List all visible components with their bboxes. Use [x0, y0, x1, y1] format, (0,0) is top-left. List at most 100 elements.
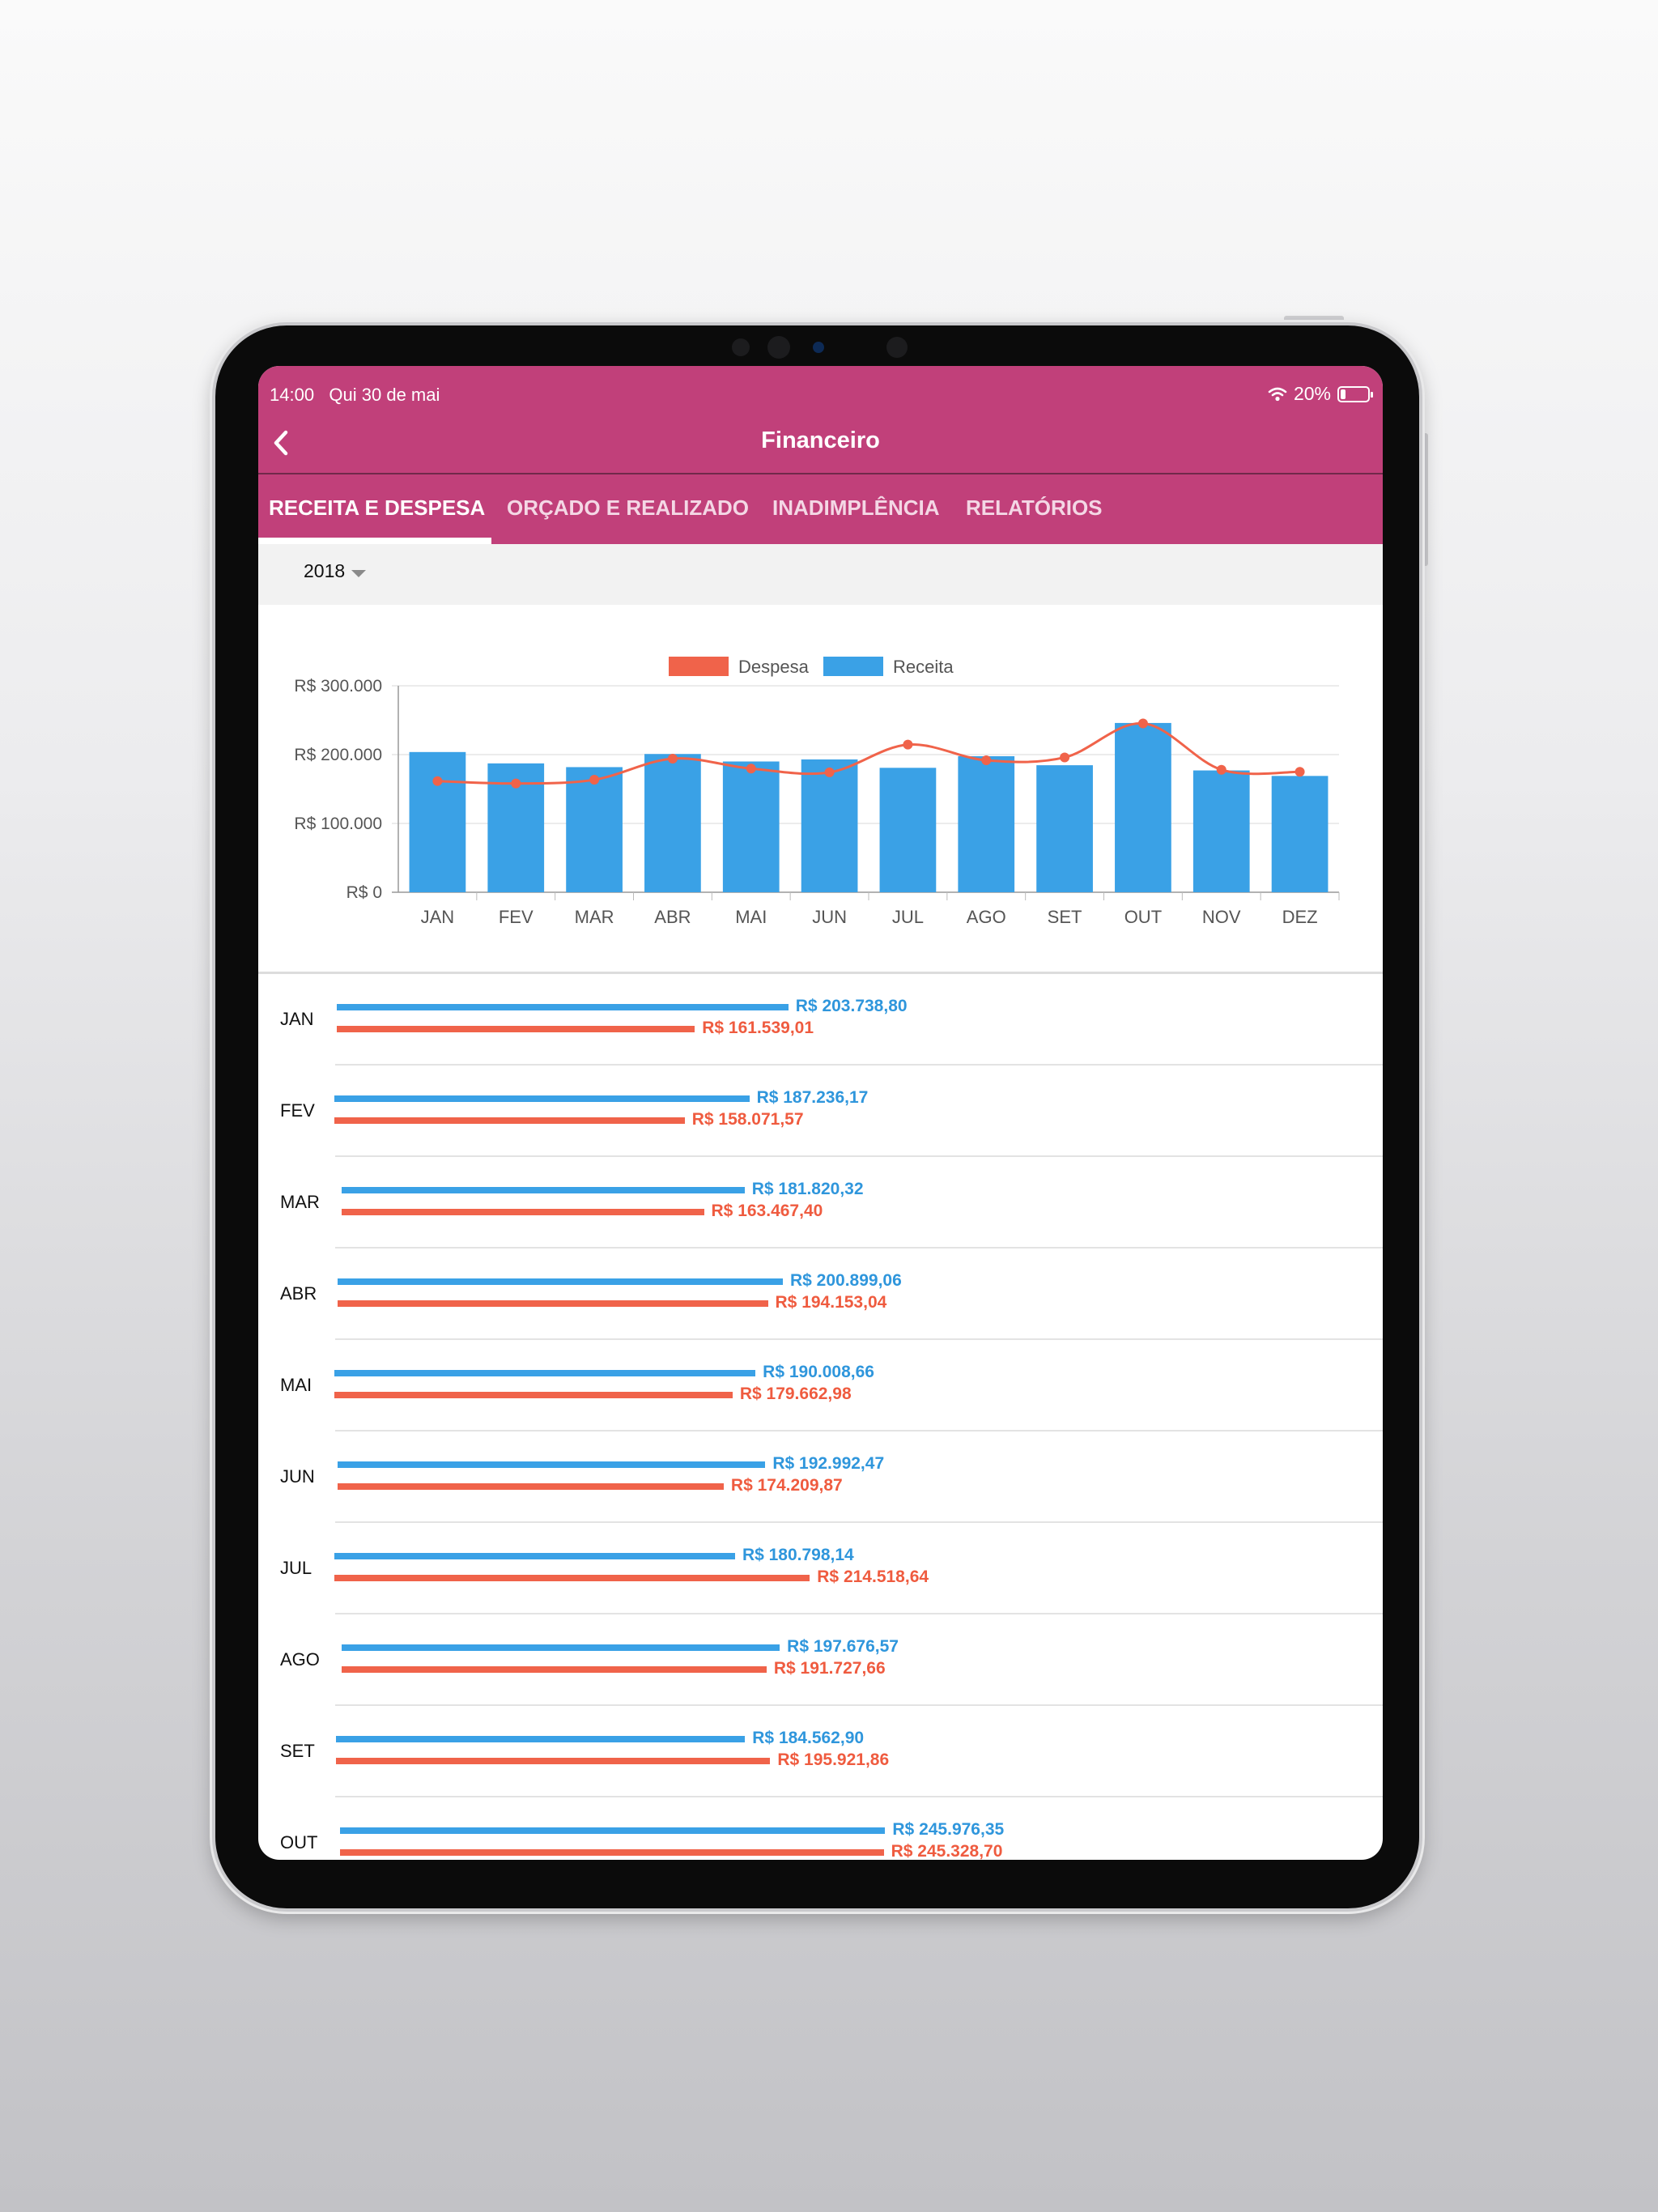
- value-receita: R$ 181.820,32: [751, 1180, 864, 1198]
- month-label: MAI: [280, 1375, 312, 1395]
- point-despesa: [824, 767, 835, 777]
- app-screen: 14:00 Qui 30 de mai 20% Financeiro RECEI…: [258, 366, 1383, 1860]
- month-label: ABR: [280, 1283, 317, 1304]
- battery-icon: [1337, 385, 1373, 402]
- point-despesa: [903, 739, 913, 750]
- list-item[interactable]: JAN R$ 203.738,80 R$ 161.539,01: [258, 974, 1383, 1066]
- bar-receita: [334, 1553, 735, 1559]
- list-item[interactable]: JUL R$ 180.798,14 R$ 214.518,64: [258, 1523, 1383, 1614]
- value-receita: R$ 184.562,90: [752, 1729, 865, 1747]
- value-despesa: R$ 161.539,01: [702, 1019, 814, 1037]
- camera-lens: [813, 342, 824, 353]
- month-label: JUN: [280, 1466, 315, 1487]
- bar-receita: [879, 768, 937, 892]
- receita-despesa-chart: R$ 0 R$ 100.000 R$ 200.000 R$ 300.000 JAN FEV…: [294, 657, 1340, 927]
- tab-orcado-e-realizado[interactable]: ORÇADO E REALIZADO: [507, 496, 749, 521]
- x-tick-label: SET: [1048, 907, 1082, 927]
- value-despesa: R$ 158.071,57: [691, 1110, 804, 1129]
- value-despesa: R$ 214.518,64: [817, 1568, 929, 1586]
- list-item[interactable]: OUT R$ 245.976,35 R$ 245.328,70: [258, 1797, 1383, 1860]
- year-select[interactable]: 2018: [304, 560, 345, 582]
- front-camera: [767, 336, 790, 359]
- chevron-down-icon[interactable]: [351, 570, 366, 577]
- tab-relatorios[interactable]: RELATÓRIOS: [966, 496, 1103, 521]
- y-tick-label: R$ 200.000: [294, 746, 382, 764]
- bar-receita: [722, 761, 780, 892]
- list-item[interactable]: JUN R$ 192.992,47 R$ 174.209,87: [258, 1431, 1383, 1523]
- list-item[interactable]: AGO R$ 197.676,57 R$ 191.727,66: [258, 1614, 1383, 1706]
- status-bar-right: 20%: [1268, 383, 1373, 405]
- point-despesa: [1295, 767, 1305, 777]
- list-item[interactable]: SET R$ 184.562,90 R$ 195.921,86: [258, 1706, 1383, 1797]
- bar-despesa: [338, 1483, 724, 1490]
- list-item[interactable]: FEV R$ 187.236,17 R$ 158.071,57: [258, 1066, 1383, 1157]
- page-title: Financeiro: [761, 428, 880, 453]
- x-tick-label: FEV: [499, 907, 534, 927]
- list-item[interactable]: ABR R$ 200.899,06 R$ 194.153,04: [258, 1249, 1383, 1340]
- month-label: JAN: [280, 1009, 314, 1029]
- month-label: AGO: [280, 1649, 320, 1670]
- month-label: JUL: [280, 1558, 312, 1578]
- bar-receita: [801, 759, 858, 892]
- bar-receita: [1115, 722, 1171, 892]
- point-despesa: [746, 764, 756, 774]
- tab-inadimplencia[interactable]: INADIMPLÊNCIA: [772, 496, 940, 521]
- legend-swatch: [669, 657, 729, 676]
- bar-receita: [340, 1827, 886, 1834]
- point-despesa: [981, 755, 992, 766]
- point-despesa: [1216, 764, 1226, 775]
- x-tick-label: NOV: [1202, 907, 1241, 927]
- x-tick-label: JAN: [421, 907, 455, 927]
- sensor-dot-right: [886, 337, 908, 358]
- bar-despesa: [342, 1666, 767, 1673]
- y-tick-label: R$ 0: [346, 883, 382, 902]
- value-receita: R$ 187.236,17: [756, 1088, 869, 1107]
- point-despesa: [589, 775, 600, 785]
- x-tick-label: DEZ: [1282, 907, 1318, 927]
- bar-receita: [644, 754, 701, 892]
- point-despesa: [1137, 718, 1148, 729]
- x-tick-label: JUL: [892, 907, 924, 927]
- bar-despesa: [337, 1026, 695, 1032]
- value-despesa: R$ 179.662,98: [739, 1385, 852, 1403]
- battery-level: [1341, 389, 1346, 399]
- point-despesa: [1060, 752, 1070, 763]
- bar-despesa: [336, 1758, 771, 1764]
- value-despesa: R$ 174.209,87: [730, 1476, 843, 1495]
- bar-receita: [338, 1461, 766, 1468]
- status-time: 14:00: [270, 385, 315, 405]
- bar-receita: [1036, 765, 1093, 892]
- bar-receita: [1192, 770, 1250, 892]
- value-despesa: R$ 195.921,86: [777, 1750, 890, 1769]
- appbar-divider: [258, 473, 1383, 474]
- bar-receita: [342, 1187, 745, 1193]
- value-receita: R$ 180.798,14: [742, 1546, 854, 1564]
- month-label: OUT: [280, 1832, 318, 1853]
- bar-receita: [334, 1095, 750, 1102]
- value-receita: R$ 200.899,06: [789, 1271, 902, 1290]
- power-button: [1284, 316, 1344, 322]
- app-bar: 14:00 Qui 30 de mai 20% Financeiro RECEI…: [258, 366, 1383, 544]
- value-despesa: R$ 245.328,70: [891, 1842, 1003, 1860]
- bar-receita: [337, 1004, 789, 1010]
- tab-receita-e-despesa[interactable]: RECEITA E DESPESA: [269, 496, 485, 521]
- bar-receita: [1271, 776, 1329, 892]
- list-item[interactable]: MAR R$ 181.820,32 R$ 163.467,40: [258, 1157, 1383, 1249]
- bar-receita: [342, 1644, 780, 1651]
- active-tab-indicator: [258, 538, 491, 544]
- sensor-dot: [732, 338, 750, 356]
- value-despesa: R$ 194.153,04: [775, 1293, 887, 1312]
- list-item[interactable]: MAI R$ 190.008,66 R$ 179.662,98: [258, 1340, 1383, 1431]
- legend-label: Despesa: [738, 657, 810, 677]
- wifi-icon: [1268, 387, 1287, 401]
- y-tick-label: R$ 100.000: [294, 815, 382, 833]
- y-tick-label: R$ 300.000: [294, 677, 382, 696]
- chart-container: R$ 0 R$ 100.000 R$ 200.000 R$ 300.000 JAN FEV…: [258, 605, 1383, 969]
- bar-despesa: [334, 1117, 685, 1124]
- point-despesa: [667, 753, 678, 764]
- value-despesa: R$ 191.727,66: [773, 1659, 886, 1678]
- x-tick-label: MAI: [735, 907, 767, 927]
- bar-receita: [409, 751, 466, 892]
- bar-receita: [334, 1370, 756, 1376]
- status-date: Qui 30 de mai: [329, 385, 440, 405]
